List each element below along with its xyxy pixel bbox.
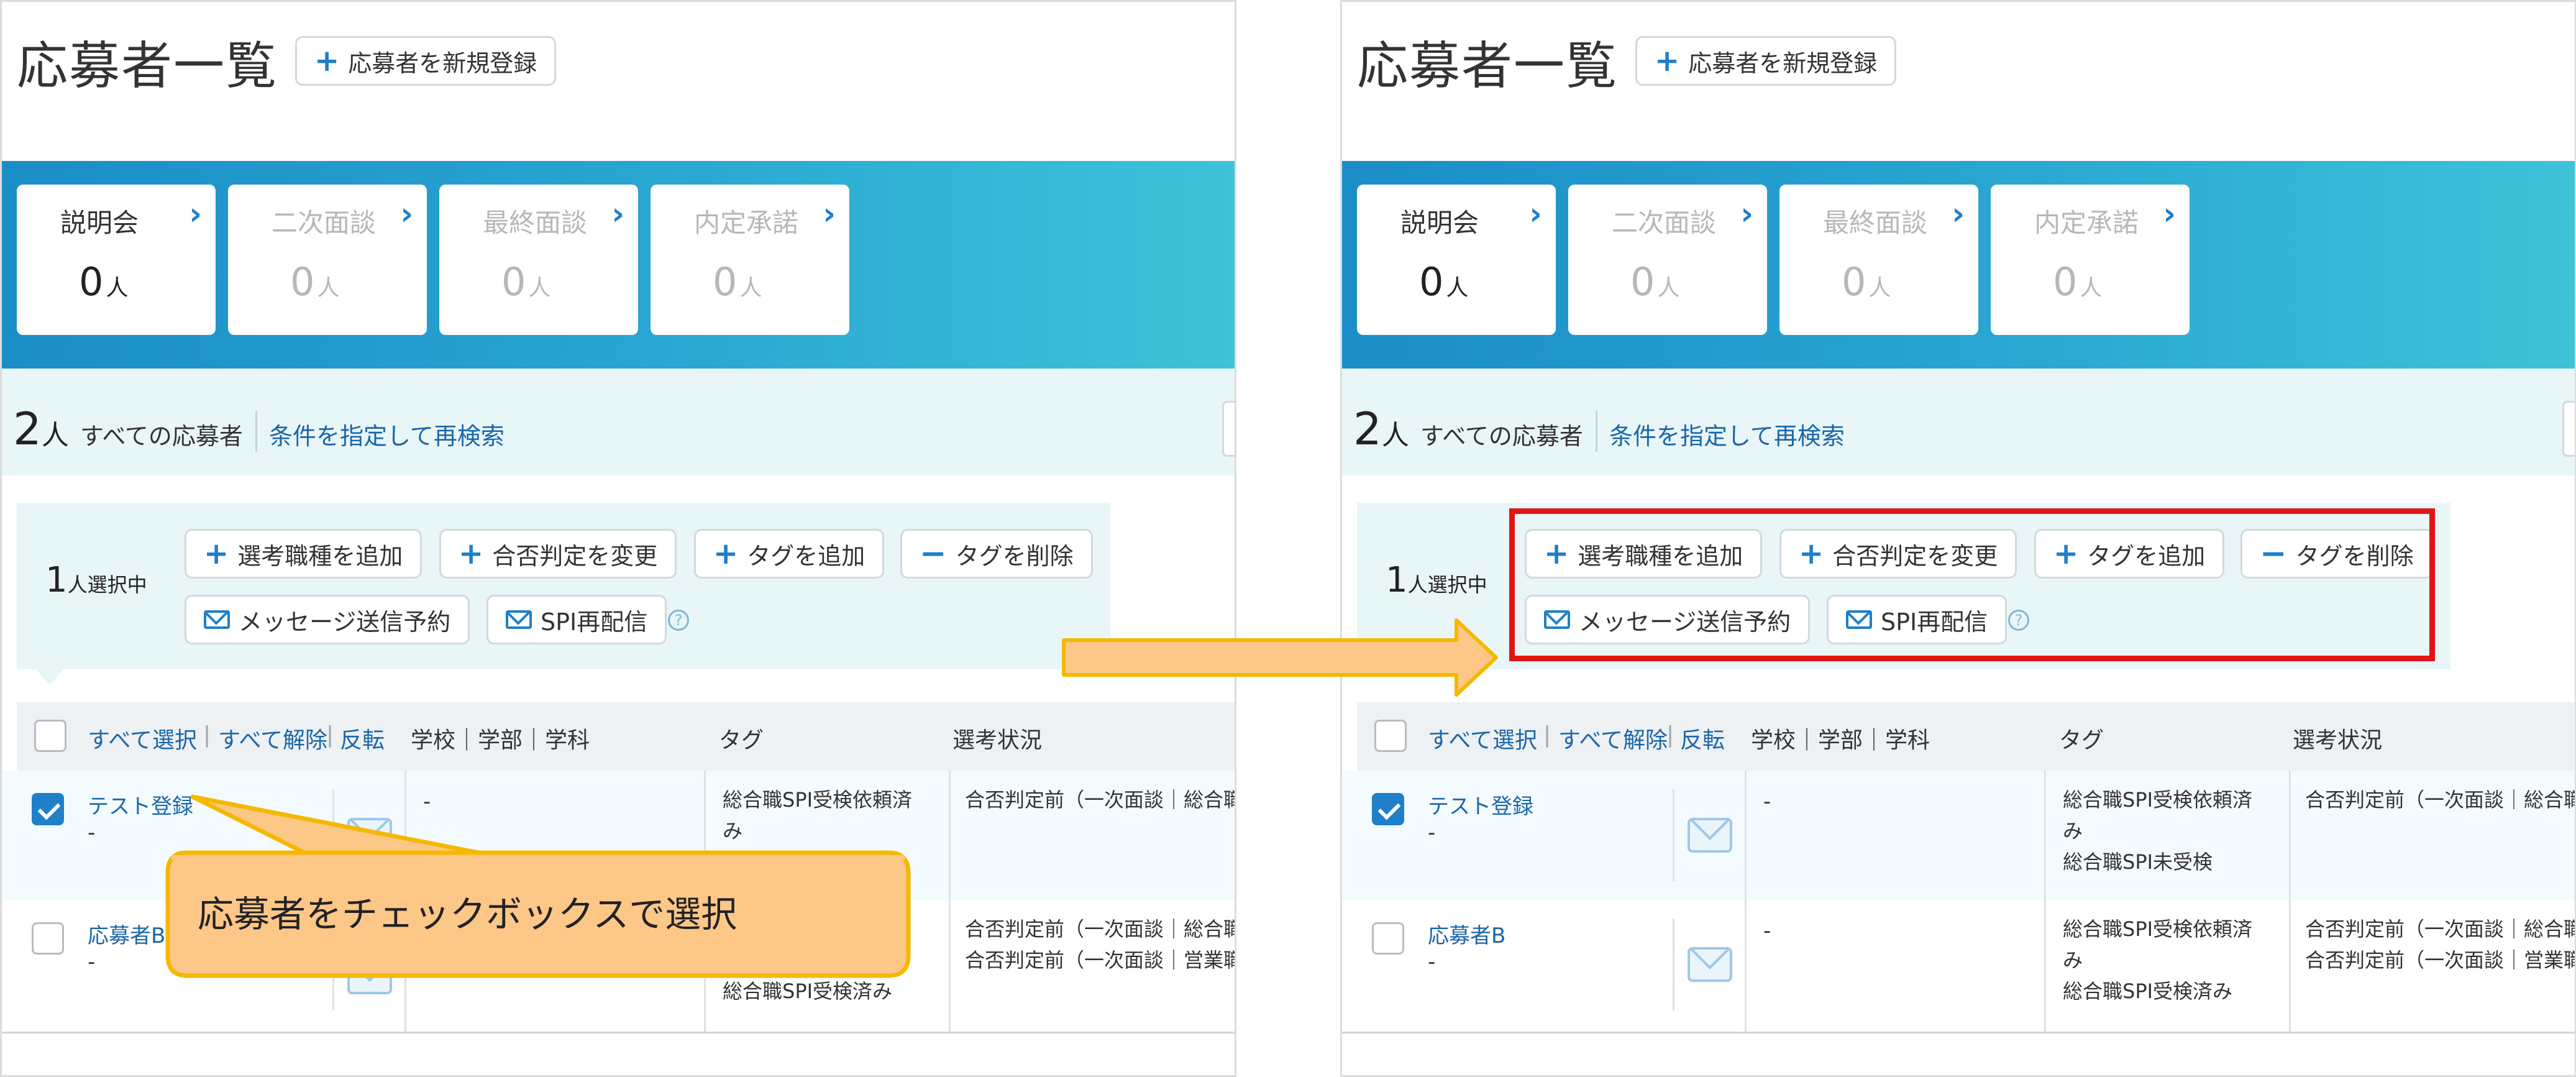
transition-arrow <box>1062 618 1498 697</box>
callout-seam-cover <box>171 855 905 860</box>
highlight-frame <box>1509 508 2435 661</box>
callout-text: 応募者をチェックボックスで選択 <box>198 893 738 935</box>
callout-bubble <box>182 798 199 853</box>
